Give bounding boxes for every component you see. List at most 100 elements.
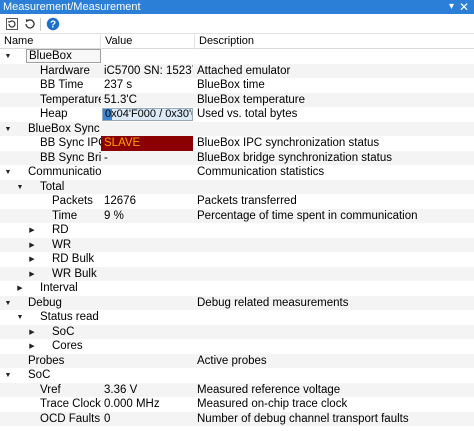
- tree-row-heap[interactable]: Heap 0x04'F000 / 0x30'0000 Used vs. tota…: [0, 107, 474, 122]
- tree-row-interval[interactable]: Interval: [0, 281, 474, 296]
- row-label: Communication: [28, 166, 101, 178]
- row-value: 237 s: [104, 79, 133, 91]
- row-value: [101, 122, 193, 137]
- tree-row-probes[interactable]: Probes Active probes: [0, 353, 474, 369]
- row-value: 51.3'C: [104, 93, 137, 106]
- chevron-down-icon[interactable]: [3, 49, 13, 64]
- tree-row-cores[interactable]: Cores: [0, 339, 474, 354]
- row-label: Time: [52, 209, 78, 222]
- row-label: BlueBox: [26, 49, 101, 63]
- tree-row-bb-time[interactable]: BB Time 237 s BlueBox time: [0, 78, 474, 93]
- row-value: 9 %: [104, 209, 124, 222]
- row-value: 12676: [104, 195, 136, 207]
- row-description: BlueBox IPC synchronization status: [197, 137, 380, 149]
- column-header: Name Value Description: [0, 34, 474, 49]
- row-label: BB Sync IPC: [40, 137, 101, 149]
- row-description: Measured on-chip trace clock: [197, 398, 348, 410]
- row-label: SoC: [28, 369, 51, 381]
- row-value: 0.000 MHz: [104, 398, 160, 410]
- row-description: [196, 325, 474, 340]
- pin-icon[interactable]: ▾: [449, 0, 454, 14]
- tree-row-packets[interactable]: Packets 12676 Packets transferred: [0, 194, 474, 209]
- tree-row-bb-sync-bridge[interactable]: BB Sync Bridge - BlueBox bridge synchron…: [0, 150, 474, 165]
- chevron-right-icon[interactable]: [27, 325, 37, 340]
- row-label: OCD Faults: [40, 412, 101, 425]
- sync-status-value: SLAVE: [101, 136, 193, 151]
- chevron-right-icon[interactable]: [27, 267, 37, 282]
- tree-row-vref[interactable]: Vref 3.36 V Measured reference voltage: [0, 382, 474, 397]
- row-label: Probes: [28, 354, 65, 367]
- chevron-right-icon[interactable]: [27, 252, 37, 267]
- tree-row-temperature[interactable]: Temperature 51.3'C BlueBox temperature: [0, 92, 474, 107]
- refresh-icon[interactable]: [22, 16, 38, 32]
- row-value: -: [104, 151, 108, 164]
- tree-row-communication[interactable]: Communication Communication statistics: [0, 165, 474, 180]
- row-value: iC5700 SN: 152378: [104, 64, 193, 77]
- tree-row-bluebox[interactable]: BlueBox: [0, 49, 474, 64]
- row-description: Communication statistics: [197, 166, 325, 178]
- row-label: Trace Clock: [40, 398, 101, 410]
- chevron-right-icon[interactable]: [27, 223, 37, 238]
- row-label: Status read dura: [40, 311, 101, 323]
- row-description: Percentage of time spent in communicatio…: [197, 209, 418, 222]
- tree-row-rd[interactable]: RD: [0, 223, 474, 238]
- row-value: [101, 310, 193, 325]
- chevron-down-icon[interactable]: [3, 368, 13, 383]
- tree-row-debug[interactable]: Debug Debug related measurements: [0, 295, 474, 311]
- row-value: [101, 49, 193, 64]
- row-value: [101, 281, 193, 296]
- tree-row-wr[interactable]: WR: [0, 237, 474, 253]
- row-description: Number of debug channel transport faults: [197, 412, 409, 425]
- tree-row-time[interactable]: Time 9 % Percentage of time spent in com…: [0, 208, 474, 223]
- row-label: Cores: [52, 340, 83, 352]
- row-description: Attached emulator: [197, 64, 291, 77]
- heap-usage-bar: 0x04'F000 / 0x30'0000: [102, 108, 193, 121]
- tree-row-soc[interactable]: SoC: [0, 324, 474, 340]
- row-description: [196, 223, 474, 238]
- row-description: [196, 49, 474, 64]
- chevron-right-icon[interactable]: [27, 238, 37, 253]
- row-label: WR: [52, 238, 72, 251]
- row-value: [101, 354, 193, 369]
- row-value: [101, 180, 193, 195]
- chevron-down-icon[interactable]: [3, 122, 13, 137]
- row-label: Debug: [28, 296, 62, 309]
- chevron-down-icon[interactable]: [3, 165, 13, 180]
- row-label: Hardware: [40, 64, 90, 77]
- tree-row-hardware[interactable]: Hardware iC5700 SN: 152378 Attached emul…: [0, 63, 474, 78]
- tree-row-status-read-duration[interactable]: Status read dura: [0, 310, 474, 325]
- header-value[interactable]: Value: [101, 34, 195, 49]
- tree-row-trace-clock[interactable]: Trace Clock 0.000 MHz Measured on-chip t…: [0, 397, 474, 412]
- header-name[interactable]: Name: [0, 34, 101, 49]
- tree-row-bb-sync-ipc[interactable]: BB Sync IPC SLAVE BlueBox IPC synchroniz…: [0, 136, 474, 151]
- row-label: Interval: [40, 282, 78, 294]
- tree-row-total[interactable]: Total: [0, 179, 474, 195]
- row-label: Heap: [40, 108, 68, 120]
- tree-row-bluebox-sync[interactable]: BlueBox Sync: [0, 121, 474, 137]
- row-description: Active probes: [197, 354, 267, 367]
- chevron-right-icon[interactable]: [27, 339, 37, 354]
- row-label: Temperature: [40, 93, 101, 106]
- tree-row-rd-bulk[interactable]: RD Bulk: [0, 252, 474, 267]
- row-value: [101, 339, 193, 354]
- row-description: [196, 122, 474, 137]
- row-label: Packets: [52, 195, 93, 207]
- chevron-down-icon[interactable]: [15, 310, 25, 325]
- row-description: Measured reference voltage: [197, 383, 341, 396]
- toolbar-separator: [40, 18, 41, 31]
- help-icon[interactable]: ?: [45, 16, 61, 32]
- chevron-right-icon[interactable]: [15, 281, 25, 296]
- measurement-tree: BlueBox Hardware iC5700 SN: 152378 Attac…: [0, 49, 474, 426]
- tree-row-soc-top[interactable]: SoC: [0, 368, 474, 383]
- chevron-down-icon[interactable]: [15, 180, 25, 195]
- tree-row-ocd-faults[interactable]: OCD Faults 0 Number of debug channel tra…: [0, 411, 474, 426]
- tree-row-wr-bulk[interactable]: WR Bulk: [0, 266, 474, 282]
- chevron-down-icon[interactable]: [3, 296, 13, 311]
- row-description: [196, 368, 474, 383]
- window-title: Measurement/Measurement: [3, 1, 141, 13]
- row-value: [101, 368, 193, 383]
- refresh-all-icon[interactable]: [4, 16, 20, 32]
- row-value: [101, 238, 193, 253]
- header-description[interactable]: Description: [195, 34, 474, 49]
- close-icon[interactable]: ✕: [459, 0, 469, 14]
